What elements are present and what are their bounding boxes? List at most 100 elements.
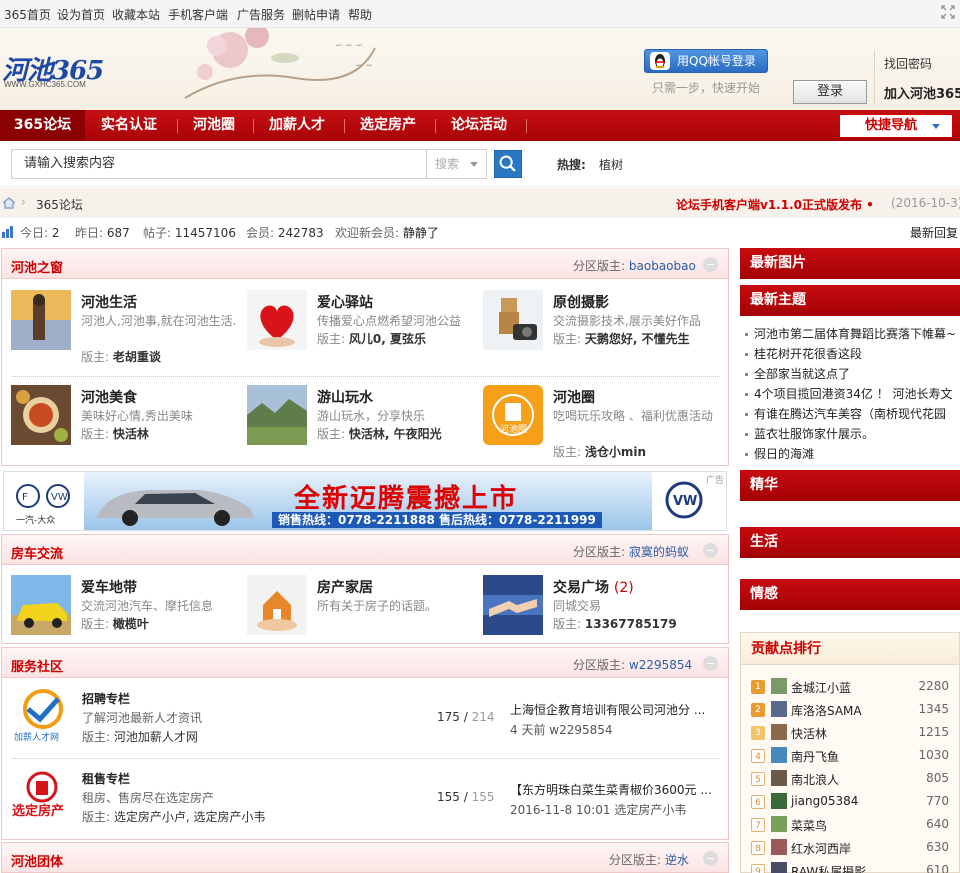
thread-link[interactable]: 蓝衣壮服饰家什展示。 — [742, 424, 960, 444]
sidebar-latest-threads[interactable]: 最新主题 — [740, 285, 960, 316]
avatar — [771, 816, 787, 832]
row-divider — [12, 376, 720, 377]
section-title[interactable]: 房车交流 — [11, 543, 63, 562]
top-link-home[interactable]: 365首页 — [4, 6, 51, 23]
rank-row[interactable]: 4 南丹飞鱼 1030 — [751, 746, 959, 769]
rank-row[interactable]: 6 jiang05384 770 — [751, 792, 959, 815]
forum-thumbnail — [11, 385, 71, 445]
breadcrumb-forum[interactable]: 365论坛 — [36, 196, 83, 213]
section-moderator-link[interactable]: 逆水 — [665, 853, 689, 867]
stats-chart-icon — [2, 226, 13, 238]
nav-separator — [344, 119, 345, 133]
forum-item[interactable]: 河池生活 河池人,河池事,就在河池生活. 版主: 老胡重谈 — [11, 290, 241, 370]
top-link-help[interactable]: 帮助 — [348, 6, 372, 23]
sidebar-latest-images[interactable]: 最新图片 — [740, 248, 960, 279]
avatar — [771, 678, 787, 694]
forum-item[interactable]: 原创摄影 交流摄影技术,展示美好作品 版主: 天鹅您好, 不懂先生 — [483, 290, 713, 370]
nav-jobs[interactable]: 加薪人才 — [269, 110, 325, 141]
hot-search-link[interactable]: 植树 — [599, 156, 623, 173]
section-header: 河池之窗 分区版主: baobaobao — [2, 249, 728, 279]
nav-forum-home[interactable]: 365论坛 — [0, 110, 85, 141]
rank-row[interactable]: 3 快活林 1215 — [751, 723, 959, 746]
sidebar-emotion[interactable]: 情感 — [740, 579, 960, 610]
rank-row[interactable]: 9 RAW私属摄影 610 — [751, 861, 959, 873]
flower-decoration: ∽ ∽ ∽ ∽ ∽ — [184, 28, 376, 99]
section-header: 服务社区 分区版主: w2295854 — [2, 648, 728, 678]
header-divider — [874, 50, 875, 104]
forum-item[interactable]: 游山玩水 游山玩水，分享快乐 版主: 快活林, 午夜阳光 — [247, 385, 477, 465]
chevron-down-icon — [932, 124, 940, 129]
thread-link[interactable]: 桂花树开花很香这段 — [742, 344, 960, 364]
section-title[interactable]: 河池之窗 — [11, 257, 63, 276]
section-moderator-link[interactable]: w2295854 — [629, 658, 692, 672]
stat-members: 会员: 242783 — [246, 226, 324, 240]
ad-brand-text: 一汽-大众 — [16, 516, 56, 526]
avatar — [771, 862, 787, 873]
top-link-set-home[interactable]: 设为首页 — [57, 6, 105, 23]
qq-login-button[interactable]: 用QQ帐号登录 — [644, 49, 768, 73]
top-link-mobile[interactable]: 手机客户端 — [168, 6, 228, 23]
section-moderator-link[interactable]: baobaobao — [629, 259, 696, 273]
svg-text:∽ ∽ ∽: ∽ ∽ ∽ — [335, 41, 363, 51]
avatar — [771, 701, 787, 717]
nav-separator — [177, 119, 178, 133]
find-password-link[interactable]: 找回密码 — [884, 55, 932, 72]
thread-link[interactable]: 假日的海滩 — [742, 444, 960, 464]
forum-item[interactable]: 河池圈 河池圈 吃喝玩乐攻略 、福利优惠活动 版主: 浅仓小min — [483, 385, 713, 465]
nav-real-name[interactable]: 实名认证 — [101, 110, 157, 141]
svg-text:河池圈: 河池圈 — [500, 423, 527, 435]
collapse-icon[interactable] — [703, 656, 718, 671]
forum-item[interactable]: 交易广场 (2) 同城交易 版主: 13367785179 — [483, 575, 713, 655]
top-link-bookmark[interactable]: 收藏本站 — [112, 6, 160, 23]
nav-hechi-circle[interactable]: 河池圈 — [193, 110, 235, 141]
section-moderator-link[interactable]: 寂寞的蚂蚁 — [629, 545, 689, 559]
collapse-icon[interactable] — [703, 851, 718, 866]
nav-events[interactable]: 论坛活动 — [451, 110, 507, 141]
new-member-link[interactable]: 静静了 — [403, 226, 439, 240]
thread-link[interactable]: 4个项目揽回港资34亿 ！ 河池长寿文 — [742, 384, 960, 404]
rank-row[interactable]: 1 金城江小蓝 2280 — [751, 677, 959, 700]
thread-link[interactable]: 全部家当就这点了 — [742, 364, 960, 384]
search-input[interactable]: 请输入搜索内容 — [11, 149, 426, 179]
forum-list-row[interactable]: 加薪人才网 招聘专栏 了解河池最新人才资讯 版主: 河池加薪人才网 175 / … — [2, 683, 728, 763]
last-post-link[interactable]: 【东方明珠白菜生菜青椒价3600元 ... — [510, 781, 712, 798]
sidebar-life[interactable]: 生活 — [740, 527, 960, 558]
nav-property[interactable]: 选定房产 — [360, 110, 416, 141]
quick-nav-button[interactable]: 快捷导航 — [839, 114, 953, 138]
avatar — [771, 747, 787, 763]
thread-link[interactable]: 有谁在腾达汽车美容（南桥现代花园 — [742, 404, 960, 424]
section-property-car: 房车交流 分区版主: 寂寞的蚂蚁 爱车地带 交流河池汽车、摩托信息 版主: 橄榄… — [1, 534, 729, 644]
rank-row[interactable]: 8 红水河西岸 630 — [751, 838, 959, 861]
forum-item[interactable]: 房产家居 所有关于房子的话题。 — [247, 575, 477, 655]
rank-row[interactable]: 5 南北浪人 805 — [751, 769, 959, 792]
home-icon[interactable] — [2, 197, 16, 209]
ad-image: 全新迈腾震撼上市 销售热线：0778-2211888 售后热线：0778-221… — [84, 472, 652, 530]
last-post-link[interactable]: 上海恒企教育培训有限公司河池分 ... — [510, 701, 705, 718]
section-title[interactable]: 河池团体 — [11, 851, 63, 870]
search-button[interactable] — [494, 150, 522, 178]
forum-item[interactable]: 爱车地带 交流河池汽车、摩托信息 版主: 橄榄叶 — [11, 575, 241, 655]
top-link-ads[interactable]: 广告服务 — [237, 6, 285, 23]
section-header: 房车交流 分区版主: 寂寞的蚂蚁 — [2, 535, 728, 565]
search-type-select[interactable]: 搜索 — [426, 149, 487, 179]
latest-reply-link[interactable]: 最新回复 — [910, 224, 958, 241]
register-link[interactable]: 加入河池365 — [884, 83, 960, 102]
ad-label: 广告 — [705, 476, 724, 486]
thread-link[interactable]: 河池市第二届体育舞蹈比赛落下帷幕~ — [742, 324, 960, 344]
forum-list-row[interactable]: 选定房产 租售专栏 租房、售房尽在选定房产 版主: 选定房产小卢, 选定房产小韦… — [2, 763, 728, 843]
collapse-icon[interactable] — [703, 257, 718, 272]
forum-item[interactable]: 河池美食 美味好心情,秀出美味 版主: 快活林 — [11, 385, 241, 465]
ad-banner[interactable]: F VW 一汽-大众 全新迈腾震撼上市 销售热线：0778-2211888 售后热… — [3, 471, 727, 531]
login-button[interactable]: 登录 — [793, 80, 867, 104]
sidebar-featured[interactable]: 精华 — [740, 470, 960, 501]
top-link-delete-request[interactable]: 删帖申请 — [292, 6, 340, 23]
rank-row[interactable]: 7 菜菜鸟 640 — [751, 815, 959, 838]
rank-row[interactable]: 2 库洛洛SAMA 1345 — [751, 700, 959, 723]
svg-text:加薪人才网: 加薪人才网 — [14, 731, 59, 743]
section-title[interactable]: 服务社区 — [11, 656, 63, 675]
contribution-ranking: 贡献点排行 1 金城江小蓝 2280 2 库洛洛SAMA 1345 3 快活林 1215 4… — [740, 632, 960, 873]
expand-icon[interactable] — [940, 4, 956, 20]
collapse-icon[interactable] — [703, 543, 718, 558]
announcement-link[interactable]: 论坛手机客户端v1.1.0正式版发布 • — [676, 196, 874, 213]
forum-item[interactable]: 爱心驿站 传播爱心点燃希望河池公益 版主: 风儿0, 夏弦乐 — [247, 290, 477, 370]
